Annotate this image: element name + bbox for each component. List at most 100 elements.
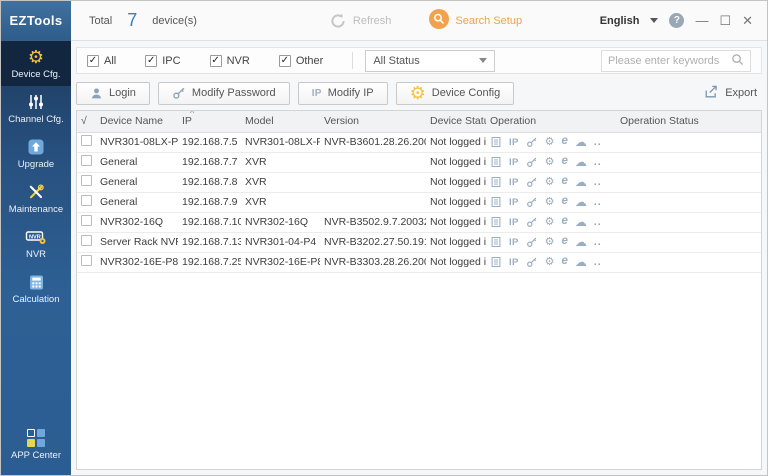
browser-icon[interactable]: e (561, 216, 567, 228)
modify-ip-icon[interactable]: IP (509, 257, 519, 268)
column-header-device-name[interactable]: Device Name (96, 111, 178, 132)
export-button[interactable]: Export (703, 84, 762, 103)
password-key-icon[interactable] (526, 176, 538, 188)
refresh-button[interactable]: Refresh (329, 12, 392, 30)
detail-icon[interactable] (490, 176, 502, 188)
browser-icon[interactable]: e (561, 156, 567, 168)
detail-icon[interactable] (490, 256, 502, 268)
row-checkbox[interactable] (81, 235, 92, 246)
sidebar-item-channel-cfg[interactable]: Channel Cfg. (1, 86, 71, 131)
more-icon[interactable]: .. (594, 156, 602, 168)
sidebar-item-app-center[interactable]: APP Center (1, 422, 71, 467)
config-gear-icon[interactable]: ⚙ (545, 197, 555, 208)
password-key-icon[interactable] (526, 156, 538, 168)
detail-icon[interactable] (490, 156, 502, 168)
row-checkbox[interactable] (81, 255, 92, 266)
modify-ip-button[interactable]: IPModify IP (298, 82, 388, 105)
browser-icon[interactable]: e (561, 256, 567, 268)
modify-ip-icon[interactable]: IP (509, 137, 519, 148)
cloud-icon[interactable]: ☁ (575, 256, 587, 268)
device-model: XVR (241, 152, 320, 172)
column-header-device-status[interactable]: Device Status (426, 111, 486, 132)
more-icon[interactable]: .. (594, 236, 602, 248)
config-gear-icon[interactable]: ⚙ (545, 237, 555, 248)
browser-icon[interactable]: e (561, 196, 567, 208)
modify-ip-icon[interactable]: IP (509, 197, 519, 208)
config-gear-icon[interactable]: ⚙ (545, 257, 555, 268)
detail-icon[interactable] (490, 236, 502, 248)
column-header-ip[interactable]: IP^ (178, 111, 241, 132)
device-version: NVR-B3601.28.26.200319 (320, 132, 426, 152)
row-checkbox[interactable] (81, 175, 92, 186)
language-selector[interactable]: English (600, 15, 640, 27)
browser-icon[interactable]: e (561, 176, 567, 188)
config-gear-icon[interactable]: ⚙ (545, 137, 555, 148)
column-header-check[interactable]: √ (77, 111, 96, 132)
modify-ip-icon[interactable]: IP (509, 157, 519, 168)
detail-icon[interactable] (490, 196, 502, 208)
sidebar-item-device-cfg[interactable]: ⚙Device Cfg. (1, 41, 71, 86)
filter-checkbox-nvr[interactable]: ✓NVR (210, 55, 250, 67)
cloud-icon[interactable]: ☁ (575, 236, 587, 248)
sidebar-item-label: Maintenance (9, 204, 63, 215)
search-input[interactable] (608, 55, 731, 67)
config-gear-icon[interactable]: ⚙ (545, 177, 555, 188)
cloud-icon[interactable]: ☁ (575, 136, 587, 148)
operation-status (616, 232, 761, 252)
status-dropdown[interactable]: All Status (365, 50, 495, 72)
modify-password-button[interactable]: Modify Password (158, 82, 290, 105)
password-key-icon[interactable] (526, 136, 538, 148)
sidebar-item-maintenance[interactable]: Maintenance (1, 176, 71, 221)
row-checkbox[interactable] (81, 215, 92, 226)
more-icon[interactable]: .. (594, 196, 602, 208)
minimize-button[interactable]: — (695, 14, 708, 27)
modify-ip-icon[interactable]: IP (509, 217, 519, 228)
device-status: Not logged in (426, 172, 486, 192)
cloud-icon[interactable]: ☁ (575, 156, 587, 168)
app-logo: EZTools (1, 1, 71, 41)
close-button[interactable]: ✕ (742, 14, 753, 27)
row-checkbox[interactable] (81, 135, 92, 146)
column-header-version[interactable]: Version (320, 111, 426, 132)
password-key-icon[interactable] (526, 256, 538, 268)
modify-ip-icon[interactable]: IP (509, 177, 519, 188)
browser-icon[interactable]: e (561, 236, 567, 248)
config-gear-icon[interactable]: ⚙ (545, 217, 555, 228)
maximize-button[interactable]: ☐ (719, 14, 731, 27)
row-checkbox[interactable] (81, 155, 92, 166)
more-icon[interactable]: .. (594, 176, 602, 188)
cloud-icon[interactable]: ☁ (575, 216, 587, 228)
row-checkbox[interactable] (81, 195, 92, 206)
filter-checkbox-ipc[interactable]: ✓IPC (145, 55, 180, 67)
detail-icon[interactable] (490, 136, 502, 148)
help-icon[interactable]: ? (669, 13, 684, 28)
cloud-icon[interactable]: ☁ (575, 176, 587, 188)
modify-ip-icon[interactable]: IP (509, 237, 519, 248)
search-setup-button[interactable]: Search Setup (429, 9, 522, 32)
column-header-operation[interactable]: Operation (486, 111, 616, 132)
device-status: Not logged in (426, 152, 486, 172)
password-key-icon[interactable] (526, 236, 538, 248)
checkbox-icon: ✓ (210, 55, 222, 67)
sidebar-item-calculation[interactable]: Calculation (1, 266, 71, 311)
chevron-down-icon[interactable] (650, 18, 658, 23)
password-key-icon[interactable] (526, 216, 538, 228)
column-header-model[interactable]: Model (241, 111, 320, 132)
sidebar-item-nvr[interactable]: NVRNVR (1, 221, 71, 266)
config-gear-icon[interactable]: ⚙ (545, 157, 555, 168)
device-name: General (96, 152, 178, 172)
cloud-icon[interactable]: ☁ (575, 196, 587, 208)
device-config-button[interactable]: ⚙Device Config (396, 82, 515, 105)
login-button[interactable]: Login (76, 82, 150, 105)
password-key-icon[interactable] (526, 196, 538, 208)
detail-icon[interactable] (490, 216, 502, 228)
more-icon[interactable]: .. (594, 216, 602, 228)
filter-checkbox-all[interactable]: ✓All (87, 55, 116, 67)
column-header-operation-status[interactable]: Operation Status (616, 111, 761, 132)
browser-icon[interactable]: e (561, 136, 567, 148)
more-icon[interactable]: .. (594, 256, 602, 268)
filter-checkbox-other[interactable]: ✓Other (279, 55, 324, 67)
sidebar-item-label: Upgrade (18, 159, 54, 170)
more-icon[interactable]: .. (594, 136, 602, 148)
sidebar-item-upgrade[interactable]: Upgrade (1, 131, 71, 176)
